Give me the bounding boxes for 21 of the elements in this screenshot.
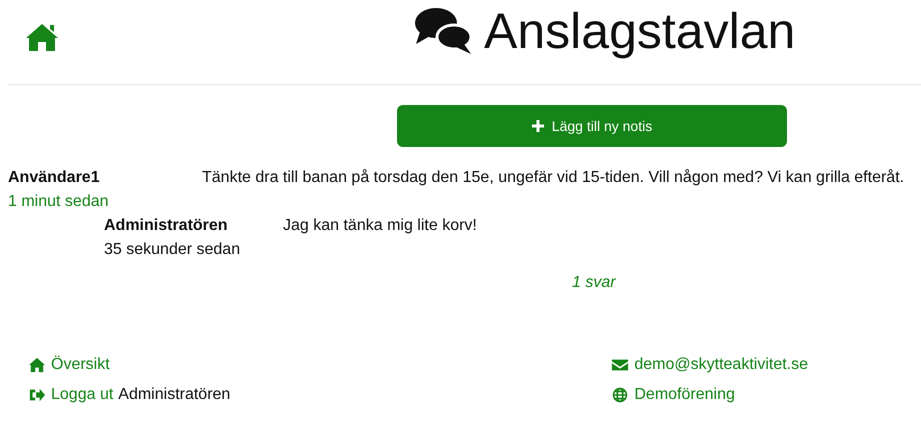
home-icon[interactable] xyxy=(24,21,60,53)
reply-count-link[interactable]: 1 svar xyxy=(572,274,616,291)
footer-link[interactable]: Logga ut xyxy=(51,385,114,405)
footer-link[interactable]: Demoförening xyxy=(634,385,735,405)
reply-author: Administratören xyxy=(104,216,229,236)
post-text: Tänkte dra till banan på torsdag den 15e, ungefär vid 15-tiden. Vill någon med? Vi kan grilla efteråt. xyxy=(202,168,906,188)
post-time: 1 minut sedan xyxy=(8,192,110,212)
user-name: Administratören xyxy=(118,385,230,405)
envelope-icon xyxy=(611,357,630,373)
reply-text: Jag kan tänka mig lite korv! xyxy=(283,216,478,236)
sign-out-icon xyxy=(28,387,46,403)
globe-icon xyxy=(611,387,630,403)
home-icon xyxy=(28,357,46,373)
post-author: Användare1 xyxy=(8,168,101,188)
reply-time: 35 sekunder sedan xyxy=(104,240,242,260)
add-notice-button[interactable]: Lägg till ny notis xyxy=(397,105,787,147)
chat-bubbles-icon xyxy=(414,6,472,56)
footer-link[interactable]: demo@skytteaktivitet.se xyxy=(634,355,808,375)
footer-link[interactable]: Översikt xyxy=(51,355,110,375)
page-title: Anslagstavlan xyxy=(484,2,796,60)
plus-icon xyxy=(532,120,544,132)
